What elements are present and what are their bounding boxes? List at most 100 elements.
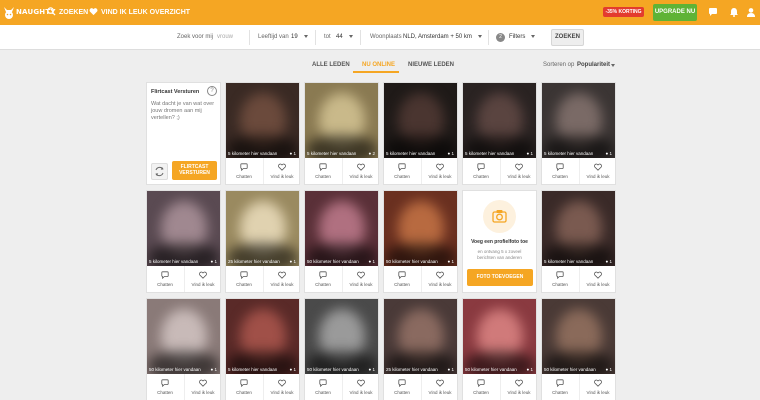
add-photo-button[interactable]: FOTO TOEVOEGEN bbox=[467, 269, 533, 286]
profile-photo[interactable]: 5 kilometer hier vandaan ● 1 bbox=[542, 83, 615, 158]
profile-photo[interactable]: 50 kilometer hier vandaan ● 1 bbox=[542, 299, 615, 374]
profile-photo[interactable]: 5 kilometer hier vandaan ● 1 bbox=[542, 191, 615, 266]
profile-card[interactable]: 5 kilometer hier vandaan ● 1 Chatten Vind i… bbox=[146, 190, 221, 293]
like-button[interactable]: Vind ik leuk bbox=[421, 266, 457, 292]
tab-all-members[interactable]: ALLE LEDEN bbox=[312, 62, 350, 68]
profile-photo[interactable]: 5 kilometer hier vandaan ● 2 bbox=[305, 83, 378, 158]
chat-button-label: Chatten bbox=[552, 282, 568, 287]
profile-card[interactable]: 50 kilometer hier vandaan ● 1 Chatten Vind … bbox=[304, 298, 379, 400]
like-button[interactable]: Vind ik leuk bbox=[342, 158, 378, 184]
profile-photo[interactable]: 50 kilometer hier vandaan ● 1 bbox=[384, 191, 457, 266]
like-button[interactable]: Vind ik leuk bbox=[184, 266, 220, 292]
profile-card[interactable]: 5 kilometer hier vandaan ● 1 Chatten Vind i… bbox=[462, 82, 537, 185]
chat-button[interactable]: Chatten bbox=[542, 374, 578, 400]
chat-button[interactable]: Chatten bbox=[542, 158, 578, 184]
profile-card[interactable]: 50 kilometer hier vandaan ● 1 Chatten Vind … bbox=[462, 298, 537, 400]
profile-photo[interactable]: 5 kilometer hier vandaan ● 1 bbox=[463, 83, 536, 158]
profile-card[interactable]: 5 kilometer hier vandaan ● 1 Chatten Vind i… bbox=[225, 82, 300, 185]
photo-count-value: 2 bbox=[372, 151, 375, 156]
like-button[interactable]: Vind ik leuk bbox=[421, 374, 457, 400]
chat-button[interactable]: Chatten bbox=[384, 158, 420, 184]
profile-card[interactable]: 50 kilometer hier vandaan ● 1 Chatten Vind … bbox=[146, 298, 221, 400]
chat-button[interactable]: Chatten bbox=[147, 266, 183, 292]
profile-card[interactable]: 5 kilometer hier vandaan ● 1 Chatten Vind i… bbox=[383, 82, 458, 185]
like-button[interactable]: Vind ik leuk bbox=[579, 374, 615, 400]
tab-online-now[interactable]: NU ONLINE bbox=[362, 62, 395, 68]
like-button-label: Vind ik leuk bbox=[507, 390, 531, 395]
refresh-button[interactable] bbox=[151, 163, 168, 180]
help-icon[interactable]: ? bbox=[207, 86, 217, 96]
profile-photo[interactable]: 50 kilometer hier vandaan ● 1 bbox=[463, 299, 536, 374]
like-button-label: Vind ik leuk bbox=[428, 390, 452, 395]
photo-count: ● 2 bbox=[369, 151, 376, 156]
profile-photo[interactable]: 50 kilometer hier vandaan ● 1 bbox=[305, 299, 378, 374]
photo-count-value: 1 bbox=[214, 259, 217, 264]
chat-button[interactable]: Chatten bbox=[463, 158, 499, 184]
chat-button[interactable]: Chatten bbox=[463, 374, 499, 400]
like-button[interactable]: Vind ik leuk bbox=[263, 158, 299, 184]
chat-bubble-icon bbox=[477, 379, 485, 387]
nav-likes-overview[interactable]: VIND IK LEUK OVERZICHT bbox=[89, 7, 190, 16]
chat-button[interactable]: Chatten bbox=[542, 266, 578, 292]
like-button[interactable]: Vind ik leuk bbox=[579, 158, 615, 184]
profile-photo[interactable]: 50 kilometer hier vandaan ● 1 bbox=[147, 299, 220, 374]
sort-select[interactable]: Populariteit bbox=[577, 62, 610, 68]
profile-card[interactable]: 5 kilometer hier vandaan ● 1 Chatten Vind i… bbox=[225, 298, 300, 400]
like-button[interactable]: Vind ik leuk bbox=[342, 374, 378, 400]
send-flirtcast-button[interactable]: FLIRTCAST VERSTUREN bbox=[172, 161, 217, 180]
search-submit-button[interactable]: ZOEKEN bbox=[551, 29, 584, 46]
account-icon[interactable] bbox=[746, 7, 756, 17]
profile-card[interactable]: 50 kilometer hier vandaan ● 1 Chatten Vind … bbox=[541, 298, 616, 400]
like-button[interactable]: Vind ik leuk bbox=[500, 374, 536, 400]
chat-button-label: Chatten bbox=[236, 174, 252, 179]
chat-button[interactable]: Chatten bbox=[384, 374, 420, 400]
age-to-select[interactable]: 44 bbox=[336, 34, 343, 40]
profile-card[interactable]: 50 kilometer hier vandaan ● 1 Chatten Vind … bbox=[304, 190, 379, 293]
chat-button[interactable]: Chatten bbox=[305, 266, 341, 292]
discount-badge[interactable]: -35% KORTING bbox=[603, 7, 644, 17]
profile-card[interactable]: 5 kilometer hier vandaan ● 2 Chatten Vind i… bbox=[304, 82, 379, 185]
card-actions: Chatten Vind ik leuk bbox=[384, 158, 457, 184]
top-navigation-bar: NAUGHTY ZOEKEN VIND IK LEUK OVERZICHT -3… bbox=[0, 0, 760, 25]
age-from-select[interactable]: 19 bbox=[291, 34, 298, 40]
photo-count: ● 1 bbox=[527, 367, 534, 372]
location-select[interactable]: NLD, Amsterdam + 50 km bbox=[403, 34, 472, 40]
chat-button[interactable]: Chatten bbox=[384, 266, 420, 292]
flirtcast-message[interactable]: Wat dacht je van wat over jouw dromen aa… bbox=[151, 101, 215, 122]
profile-card[interactable]: 25 kilometer hier vandaan ● 1 Chatten Vind … bbox=[225, 190, 300, 293]
site-logo[interactable]: NAUGHTY bbox=[2, 3, 55, 21]
notification-bell-icon[interactable] bbox=[729, 7, 739, 17]
filters-toggle[interactable]: Filters bbox=[509, 34, 525, 40]
chat-button[interactable]: Chatten bbox=[226, 158, 262, 184]
profile-photo[interactable]: 5 kilometer hier vandaan ● 1 bbox=[147, 191, 220, 266]
profile-card[interactable]: 50 kilometer hier vandaan ● 1 Chatten Vind … bbox=[383, 190, 458, 293]
photo-count: ● 1 bbox=[290, 259, 297, 264]
upgrade-button[interactable]: UPGRADE NU bbox=[653, 4, 697, 21]
like-button[interactable]: Vind ik leuk bbox=[579, 266, 615, 292]
like-button[interactable]: Vind ik leuk bbox=[263, 266, 299, 292]
profile-card[interactable]: 25 kilometer hier vandaan ● 1 Chatten Vind … bbox=[383, 298, 458, 400]
like-button[interactable]: Vind ik leuk bbox=[500, 158, 536, 184]
chat-icon[interactable] bbox=[708, 7, 718, 17]
profile-photo[interactable]: 5 kilometer hier vandaan ● 1 bbox=[226, 83, 299, 158]
profile-photo[interactable]: 5 kilometer hier vandaan ● 1 bbox=[226, 299, 299, 374]
profile-photo[interactable]: 25 kilometer hier vandaan ● 1 bbox=[226, 191, 299, 266]
like-button[interactable]: Vind ik leuk bbox=[342, 266, 378, 292]
profile-card[interactable]: 5 kilometer hier vandaan ● 1 Chatten Vind i… bbox=[541, 190, 616, 293]
profile-photo[interactable]: 50 kilometer hier vandaan ● 1 bbox=[305, 191, 378, 266]
like-button[interactable]: Vind ik leuk bbox=[263, 374, 299, 400]
tab-new-members[interactable]: NIEUWE LEDEN bbox=[408, 62, 454, 68]
chat-button[interactable]: Chatten bbox=[305, 158, 341, 184]
like-button[interactable]: Vind ik leuk bbox=[421, 158, 457, 184]
chat-button[interactable]: Chatten bbox=[226, 374, 262, 400]
like-button[interactable]: Vind ik leuk bbox=[184, 374, 220, 400]
nav-search[interactable]: ZOEKEN bbox=[47, 7, 88, 16]
profile-photo[interactable]: 25 kilometer hier vandaan ● 1 bbox=[384, 299, 457, 374]
search-name-input[interactable]: vrouw bbox=[217, 34, 233, 40]
chat-button[interactable]: Chatten bbox=[147, 374, 183, 400]
profile-card[interactable]: 5 kilometer hier vandaan ● 1 Chatten Vind i… bbox=[541, 82, 616, 185]
chat-button[interactable]: Chatten bbox=[305, 374, 341, 400]
camera-icon: ● bbox=[605, 367, 609, 372]
profile-photo[interactable]: 5 kilometer hier vandaan ● 1 bbox=[384, 83, 457, 158]
chat-button[interactable]: Chatten bbox=[226, 266, 262, 292]
